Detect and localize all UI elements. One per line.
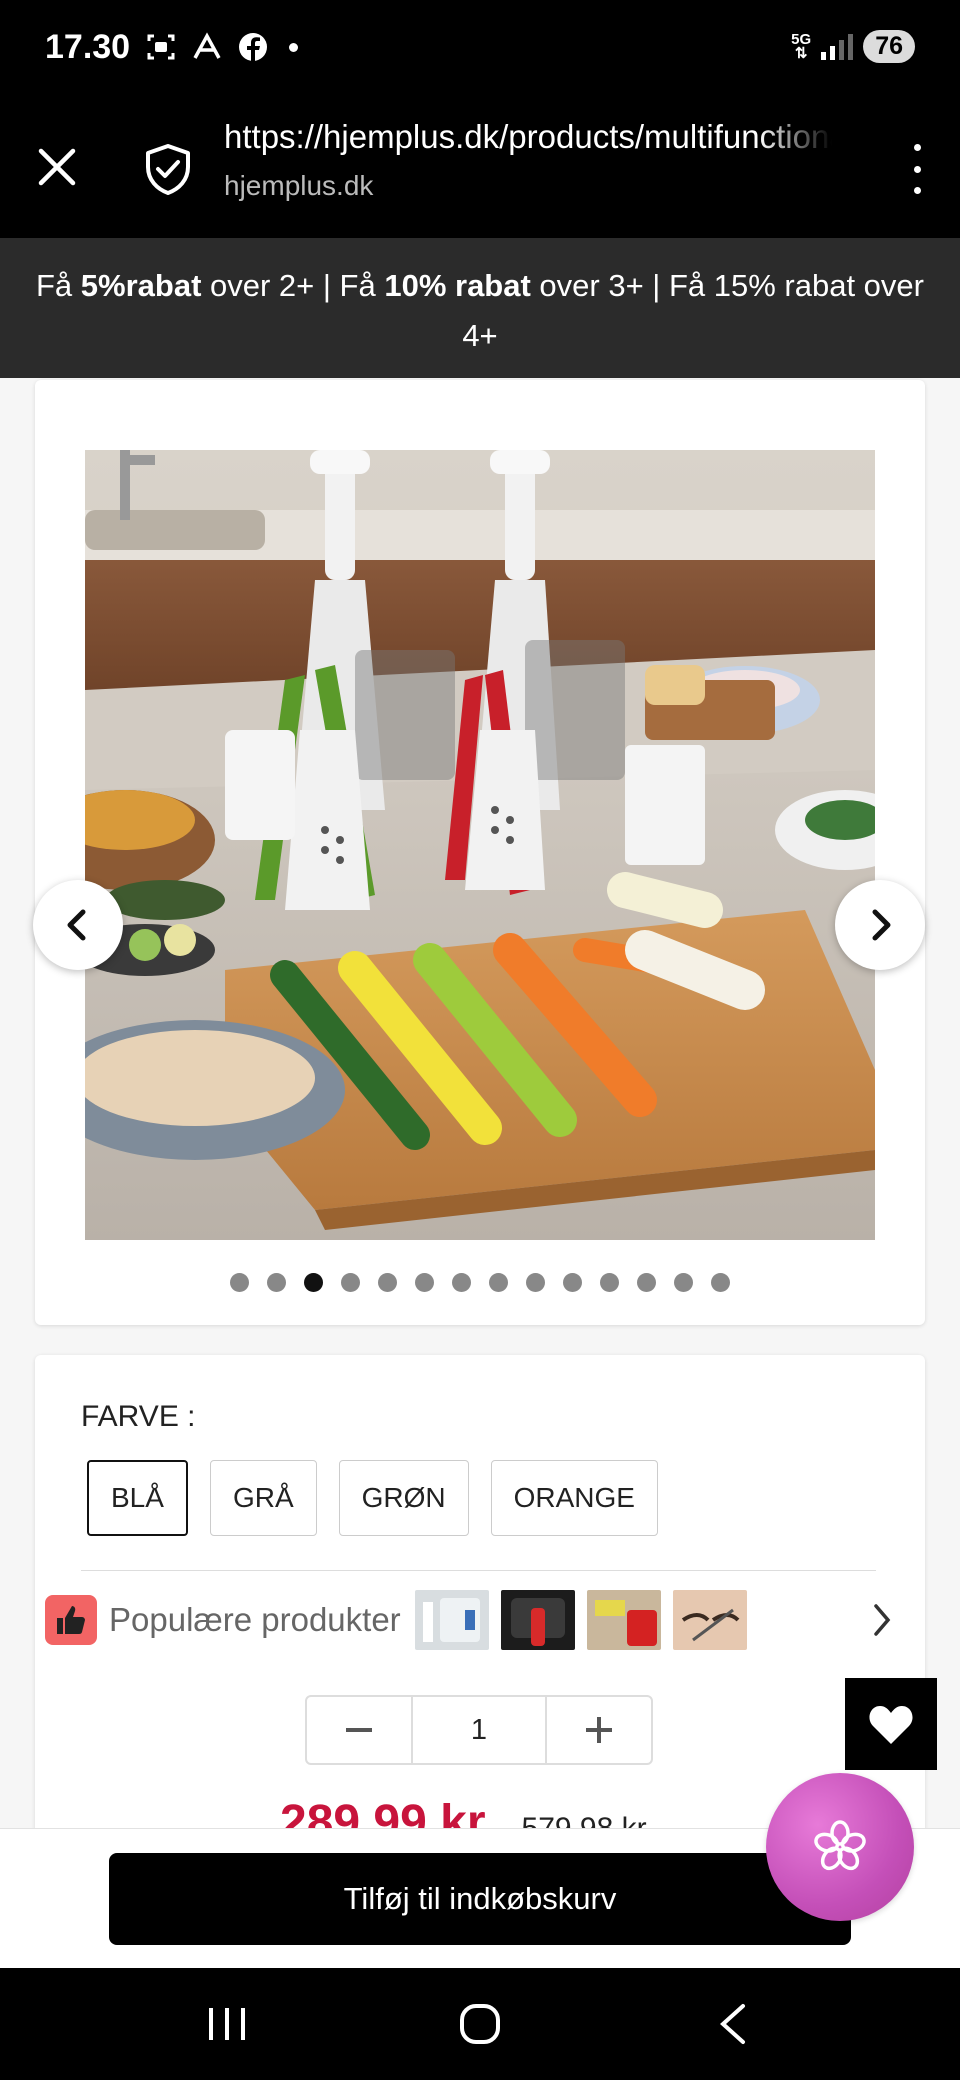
page-content: Få 5%rabat over 2+ | Få 10% rabat over 3… [0,238,960,1828]
popular-products-row[interactable]: Populære produkter [45,1585,915,1655]
signal-strength-icon [821,33,854,60]
shield-check-icon [146,144,190,195]
popular-product-thumb[interactable] [414,1590,489,1650]
product-options-card: FARVE : BLÅ GRÅ GRØN ORANGE Populære pro… [35,1355,925,1828]
more-notifications-dot [289,42,298,52]
battery-indicator: 76 [863,30,915,63]
close-icon [38,148,76,186]
url-address[interactable]: https://hjemplus.dk/products/multifuncti… [224,118,832,156]
browser-menu-button[interactable] [902,144,932,194]
color-option-gron[interactable]: GRØN [338,1460,469,1536]
plus-icon [586,1717,612,1743]
gallery-dot[interactable] [563,1273,582,1292]
menu-dot [913,144,921,151]
chevron-left-icon [67,909,86,941]
add-to-cart-button[interactable]: Tilføj til indkøbskurv [109,1853,851,1945]
price-row: 289,99 kr 579,98 kr [280,1795,647,1828]
gallery-prev-button[interactable] [33,880,123,970]
app-a-icon [191,31,223,63]
popular-product-thumb[interactable] [500,1590,575,1650]
wishlist-button[interactable] [845,1678,937,1770]
status-time: 17.30 [45,28,131,66]
gallery-dot[interactable] [267,1273,286,1292]
color-option-bla[interactable]: BLÅ [87,1460,188,1536]
gallery-dot[interactable] [711,1273,730,1292]
color-option-orange[interactable]: ORANGE [490,1460,658,1536]
chevron-right-icon [872,909,891,941]
chevron-right-icon [867,1600,897,1645]
home-button[interactable] [440,1984,520,2064]
color-option-gra[interactable]: GRÅ [209,1460,317,1536]
gallery-dot[interactable] [452,1273,471,1292]
quantity-input[interactable]: 1 [411,1697,547,1763]
gallery-dot[interactable] [341,1273,360,1292]
status-bar: 17.30 5G ⇅ 76 [0,0,960,100]
gallery-dot[interactable] [489,1273,508,1292]
site-security-button[interactable] [142,142,194,196]
popular-product-thumbnails [414,1590,747,1650]
close-tab-button[interactable] [32,142,82,192]
color-label: FARVE : [81,1400,196,1433]
screenshot-icon [145,31,177,63]
heart-icon [869,1706,913,1744]
url-domain: hjemplus.dk [224,170,374,201]
thumbs-up-icon [45,1595,97,1645]
home-icon [459,2004,500,2044]
price-current: 289,99 kr [280,1796,486,1828]
options-divider [81,1570,876,1571]
gallery-dot[interactable] [415,1273,434,1292]
facebook-icon [237,31,269,63]
recent-apps-button[interactable] [187,1984,267,2064]
popular-product-thumb[interactable] [672,1590,747,1650]
product-image[interactable] [85,450,875,1240]
back-icon [720,2004,746,2044]
status-system-icons: 5G ⇅ 76 [791,30,915,63]
discount-announcement-bar: Få 5%rabat over 2+ | Få 10% rabat over 3… [0,238,960,378]
menu-dot [913,187,921,194]
gallery-dot[interactable] [637,1273,656,1292]
gallery-dot[interactable] [600,1273,619,1292]
status-notification-icons [145,31,298,63]
rewards-widget-button[interactable] [766,1773,914,1921]
system-navigation-bar [0,1968,960,2080]
quantity-decrease-button[interactable] [307,1697,411,1763]
gallery-dot[interactable] [230,1273,249,1292]
gallery-dot[interactable] [378,1273,397,1292]
quantity-stepper: 1 [305,1695,653,1765]
menu-dot [913,165,921,173]
popular-products-label: Populære produkter [109,1601,401,1638]
back-button[interactable] [693,1984,773,2064]
gallery-dot[interactable] [674,1273,693,1292]
flower-icon [814,1820,866,1871]
price-original: 579,98 kr [522,1812,647,1828]
gallery-pagination [35,1273,925,1292]
gallery-dot[interactable] [526,1273,545,1292]
popular-product-thumb[interactable] [586,1590,661,1650]
browser-toolbar: https://hjemplus.dk/products/multifuncti… [0,100,960,338]
network-5g-icon: 5G ⇅ [791,30,812,62]
product-gallery [33,380,925,1325]
gallery-next-button[interactable] [835,880,925,970]
gallery-dot[interactable] [304,1273,323,1292]
minus-icon [346,1728,372,1732]
quantity-increase-button[interactable] [547,1697,651,1763]
color-options: BLÅ GRÅ GRØN ORANGE [87,1460,658,1536]
recent-apps-icon [208,2008,245,2040]
